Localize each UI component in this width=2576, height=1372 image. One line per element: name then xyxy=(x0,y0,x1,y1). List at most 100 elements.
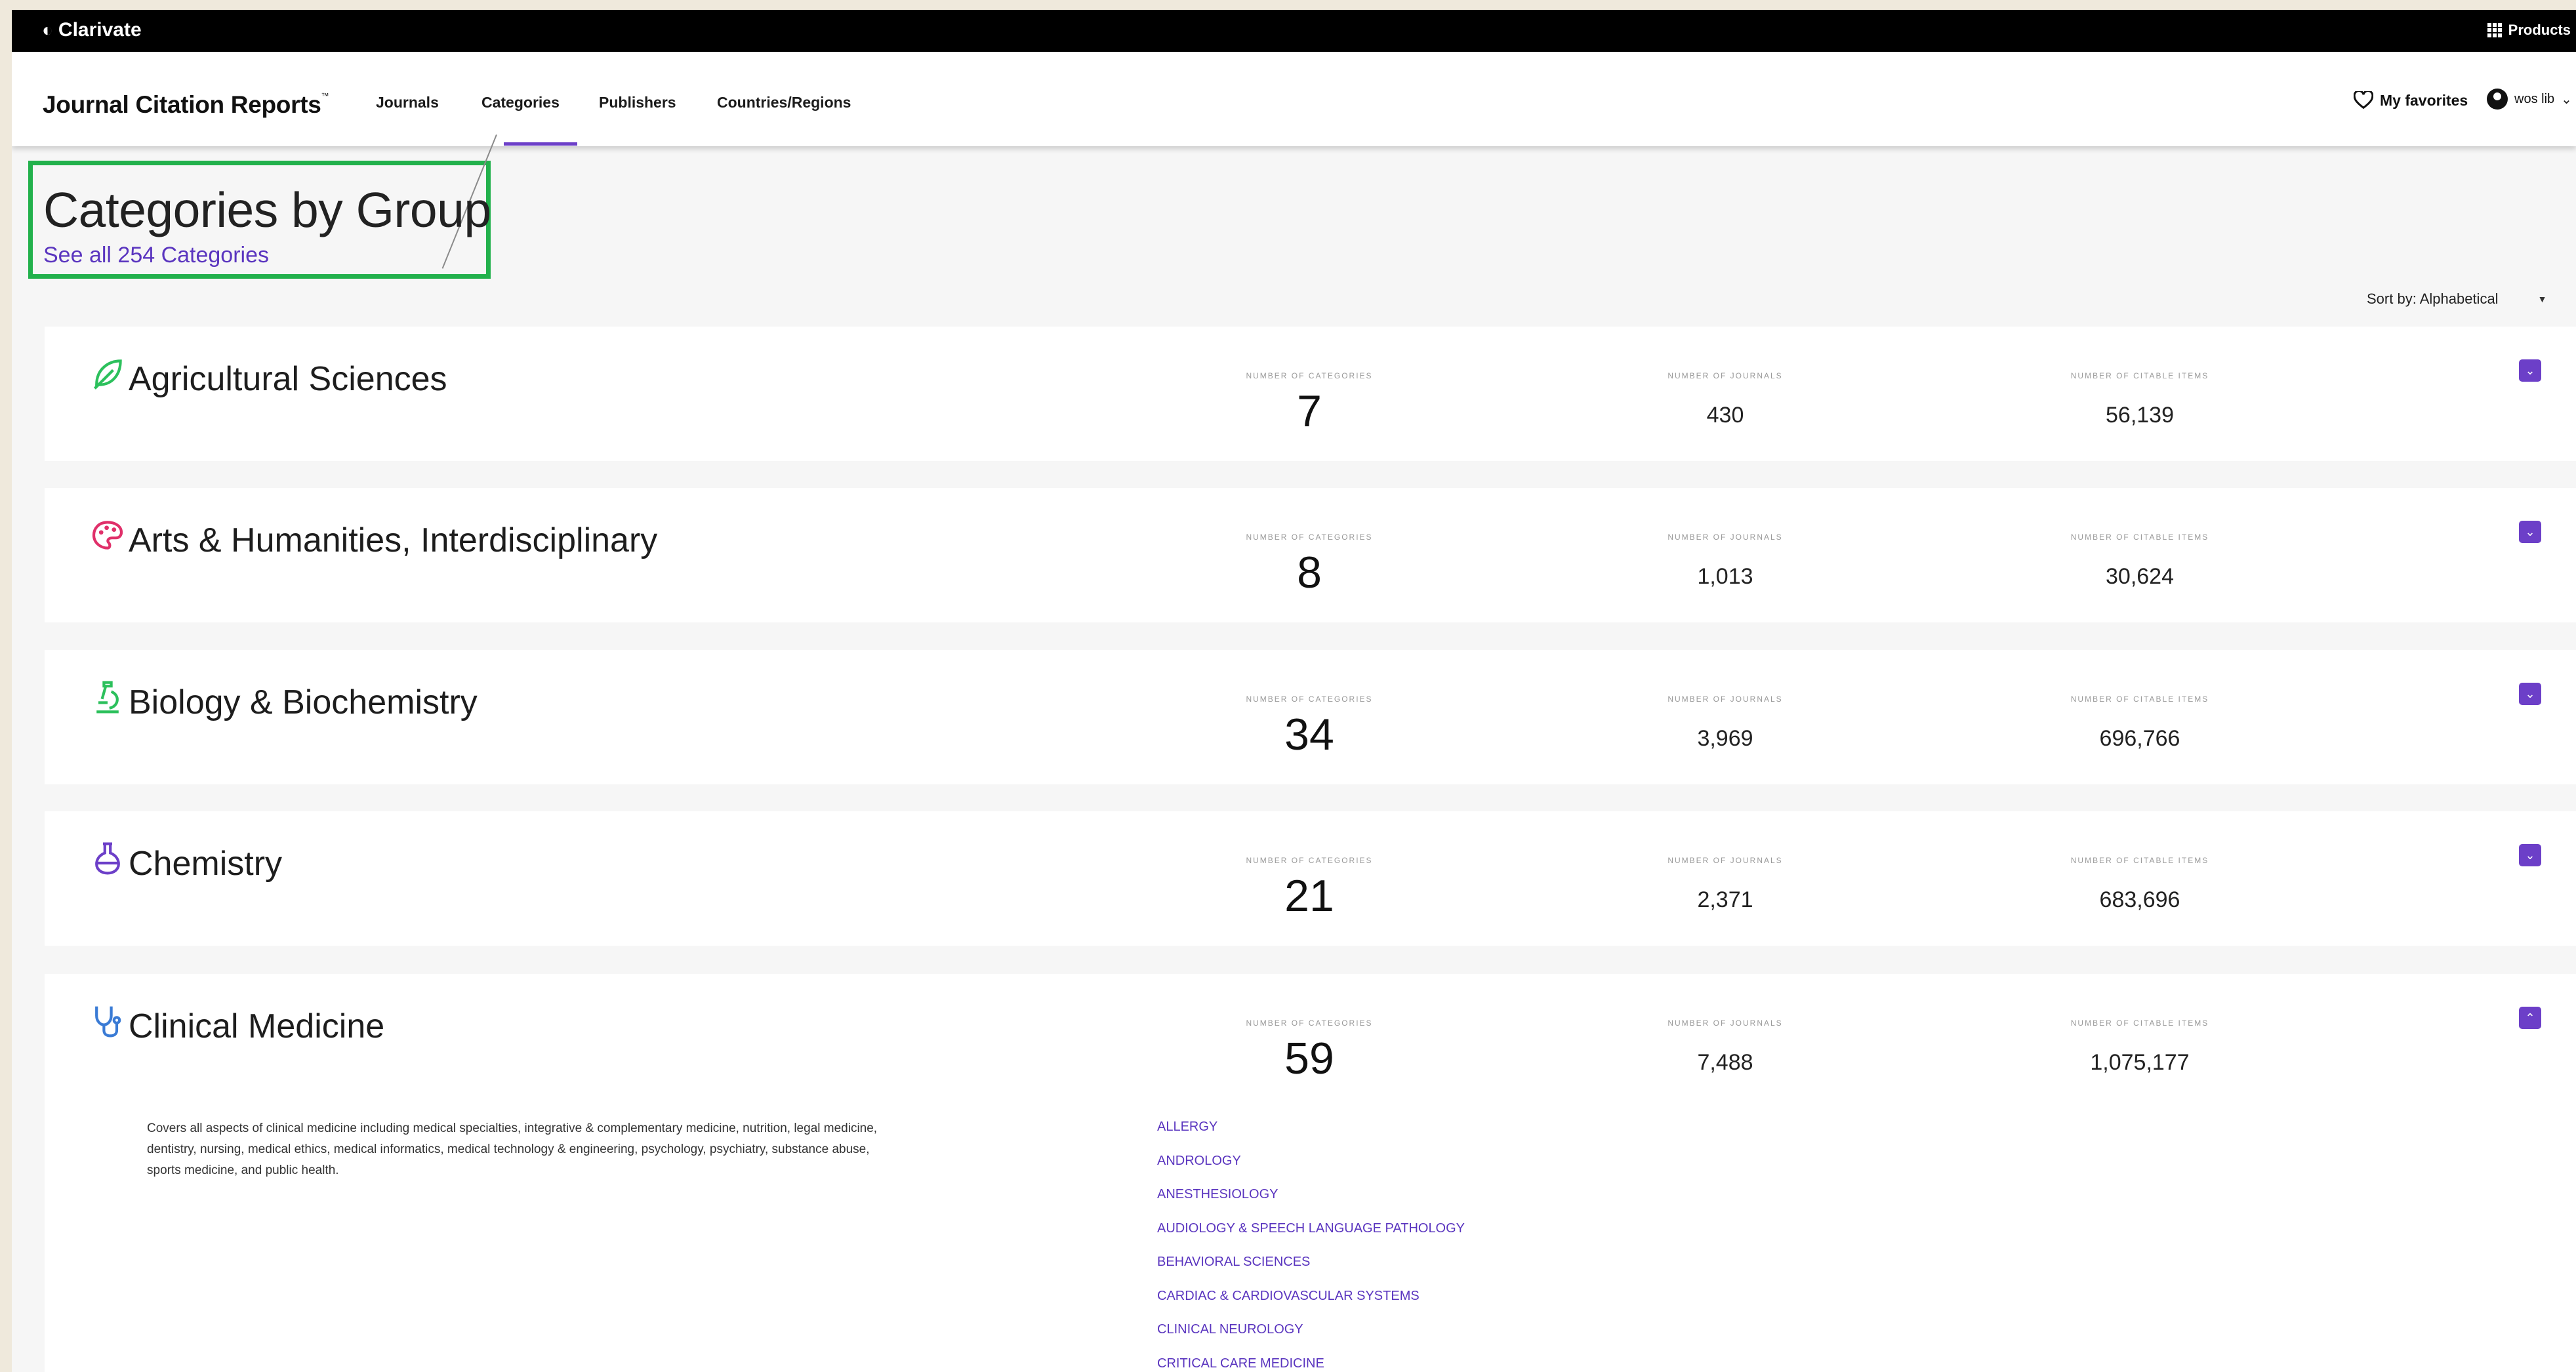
stat-label: NUMBER OF JOURNALS xyxy=(1667,695,1783,704)
stat-journals: NUMBER OF JOURNALS 430 xyxy=(1620,371,1830,428)
stat-journals: NUMBER OF JOURNALS 3,969 xyxy=(1620,695,1830,752)
chevron-down-icon: ⌄ xyxy=(2561,92,2572,107)
stat-journals: NUMBER OF JOURNALS 2,371 xyxy=(1620,856,1830,913)
stat-value: 8 xyxy=(1297,548,1322,597)
tab-publishers[interactable]: Publishers xyxy=(599,94,676,111)
heart-icon xyxy=(2354,91,2373,110)
stat-label: NUMBER OF JOURNALS xyxy=(1667,371,1783,380)
group-card[interactable]: Chemistry NUMBER OF CATEGORIES 21 NUMBER… xyxy=(45,811,2576,946)
main-navbar: Journal Citation Reports™ Journals Categ… xyxy=(12,52,2576,146)
stat-value: 30,624 xyxy=(2106,564,2174,589)
expand-toggle-button[interactable]: ⌄ xyxy=(2519,359,2541,382)
category-link[interactable]: ANDROLOGY xyxy=(1157,1154,1465,1188)
stat-value: 7 xyxy=(1297,386,1322,436)
category-link[interactable]: ALLERGY xyxy=(1157,1120,1465,1154)
stat-value: 7,488 xyxy=(1697,1050,1753,1075)
chevron-down-icon: ⌄ xyxy=(2525,525,2535,538)
app-frame: ◐ Clarivate Products Journal Citation Re… xyxy=(12,10,2576,1372)
user-avatar-icon xyxy=(2487,89,2508,110)
stat-categories: NUMBER OF CATEGORIES 59 xyxy=(1204,1019,1414,1084)
palette-icon xyxy=(92,521,123,550)
page-title: Categories by Group xyxy=(43,182,491,237)
active-tab-indicator xyxy=(504,142,577,146)
sort-label: Sort by: Alphabetical xyxy=(2367,291,2499,307)
group-card[interactable]: Arts & Humanities, Interdisciplinary NUM… xyxy=(45,488,2576,622)
tab-countries-regions[interactable]: Countries/Regions xyxy=(717,94,851,111)
stat-label: NUMBER OF CATEGORIES xyxy=(1246,856,1373,865)
stat-value: 56,139 xyxy=(2106,403,2174,428)
stat-label: NUMBER OF CATEGORIES xyxy=(1246,533,1373,542)
group-name[interactable]: Biology & Biochemistry xyxy=(129,683,478,722)
expand-toggle-button[interactable]: ⌄ xyxy=(2519,844,2541,866)
stat-journals: NUMBER OF JOURNALS 1,013 xyxy=(1620,533,1830,590)
stat-categories: NUMBER OF CATEGORIES 34 xyxy=(1204,695,1414,760)
expand-toggle-button[interactable]: ⌄ xyxy=(2519,683,2541,705)
apps-grid-icon xyxy=(2487,23,2502,37)
stat-citable-items: NUMBER OF CITABLE ITEMS 696,766 xyxy=(2035,695,2245,752)
stat-value: 696,766 xyxy=(2099,726,2180,751)
stat-label: NUMBER OF CATEGORIES xyxy=(1246,695,1373,704)
stat-value: 59 xyxy=(1284,1034,1334,1083)
stat-value: 683,696 xyxy=(2099,887,2180,912)
caret-down-icon: ▼ xyxy=(2537,294,2547,304)
microscope-icon xyxy=(96,681,119,714)
stat-value: 3,969 xyxy=(1697,726,1753,751)
tab-journals[interactable]: Journals xyxy=(376,94,439,111)
group-name[interactable]: Arts & Humanities, Interdisciplinary xyxy=(129,521,657,560)
stat-categories: NUMBER OF CATEGORIES 7 xyxy=(1204,371,1414,437)
category-list: ALLERGY ANDROLOGY ANESTHESIOLOGY AUDIOLO… xyxy=(1157,1120,1465,1372)
stat-journals: NUMBER OF JOURNALS 7,488 xyxy=(1620,1019,1830,1076)
favorites-link[interactable]: My favorites xyxy=(2354,91,2468,110)
chevron-down-icon: ⌄ xyxy=(2525,848,2535,862)
clarivate-topbar: ◐ Clarivate Products xyxy=(12,10,2576,52)
stat-citable-items: NUMBER OF CITABLE ITEMS 30,624 xyxy=(2035,533,2245,590)
logo-tm: ™ xyxy=(321,91,329,100)
clarivate-brand[interactable]: ◐ Clarivate xyxy=(42,19,142,41)
category-link[interactable]: CLINICAL NEUROLOGY xyxy=(1157,1322,1465,1356)
stat-value: 430 xyxy=(1706,403,1744,428)
stat-citable-items: NUMBER OF CITABLE ITEMS 683,696 xyxy=(2035,856,2245,913)
stethoscope-icon xyxy=(95,1006,121,1038)
stat-citable-items: NUMBER OF CITABLE ITEMS 56,139 xyxy=(2035,371,2245,428)
group-card[interactable]: Biology & Biochemistry NUMBER OF CATEGOR… xyxy=(45,650,2576,784)
group-name[interactable]: Chemistry xyxy=(129,844,282,883)
user-menu[interactable]: wos lib ⌄ xyxy=(2487,89,2572,110)
collapse-toggle-button[interactable]: ⌃ xyxy=(2519,1007,2541,1029)
sort-dropdown[interactable]: Sort by: Alphabetical ▼ xyxy=(2367,291,2546,308)
stat-label: NUMBER OF JOURNALS xyxy=(1667,856,1783,865)
leaf-icon xyxy=(93,359,122,390)
category-link[interactable]: CRITICAL CARE MEDICINE xyxy=(1157,1356,1465,1372)
see-all-categories-link[interactable]: See all 254 Categories xyxy=(43,243,269,268)
stat-label: NUMBER OF CITABLE ITEMS xyxy=(2070,856,2209,865)
jcr-logo[interactable]: Journal Citation Reports™ xyxy=(43,91,329,119)
category-link[interactable]: ANESTHESIOLOGY xyxy=(1157,1187,1465,1221)
group-card-expanded[interactable]: Clinical Medicine NUMBER OF CATEGORIES 5… xyxy=(45,974,2576,1372)
stat-label: NUMBER OF JOURNALS xyxy=(1667,1019,1783,1028)
stat-label: NUMBER OF CITABLE ITEMS xyxy=(2070,533,2209,542)
group-name[interactable]: Agricultural Sciences xyxy=(129,359,447,399)
stat-label: NUMBER OF CITABLE ITEMS xyxy=(2070,371,2209,380)
tab-categories[interactable]: Categories xyxy=(481,94,560,111)
logo-label: Journal Citation Reports xyxy=(43,91,321,118)
stat-label: NUMBER OF CITABLE ITEMS xyxy=(2070,1019,2209,1028)
category-link[interactable]: BEHAVIORAL SCIENCES xyxy=(1157,1255,1465,1289)
stat-value: 1,013 xyxy=(1697,564,1753,589)
user-name: wos lib xyxy=(2514,91,2555,106)
stat-label: NUMBER OF CITABLE ITEMS xyxy=(2070,695,2209,704)
category-link[interactable]: CARDIAC & CARDIOVASCULAR SYSTEMS xyxy=(1157,1289,1465,1323)
group-name[interactable]: Clinical Medicine xyxy=(129,1007,384,1046)
stat-value: 1,075,177 xyxy=(2090,1050,2190,1075)
group-card[interactable]: Agricultural Sciences NUMBER OF CATEGORI… xyxy=(45,327,2576,461)
favorites-label: My favorites xyxy=(2380,91,2468,109)
products-label: Products xyxy=(2508,22,2571,38)
stat-label: NUMBER OF CATEGORIES xyxy=(1246,371,1373,380)
chevron-down-icon: ⌄ xyxy=(2525,687,2535,700)
category-link[interactable]: AUDIOLOGY & SPEECH LANGUAGE PATHOLOGY xyxy=(1157,1221,1465,1255)
stat-categories: NUMBER OF CATEGORIES 21 xyxy=(1204,856,1414,921)
products-menu[interactable]: Products xyxy=(2487,22,2571,39)
chevron-up-icon: ⌃ xyxy=(2525,1011,2535,1024)
stat-categories: NUMBER OF CATEGORIES 8 xyxy=(1204,533,1414,598)
expand-toggle-button[interactable]: ⌄ xyxy=(2519,521,2541,543)
group-description: Covers all aspects of clinical medicine … xyxy=(147,1121,878,1177)
brand-label: Clarivate xyxy=(58,19,142,41)
